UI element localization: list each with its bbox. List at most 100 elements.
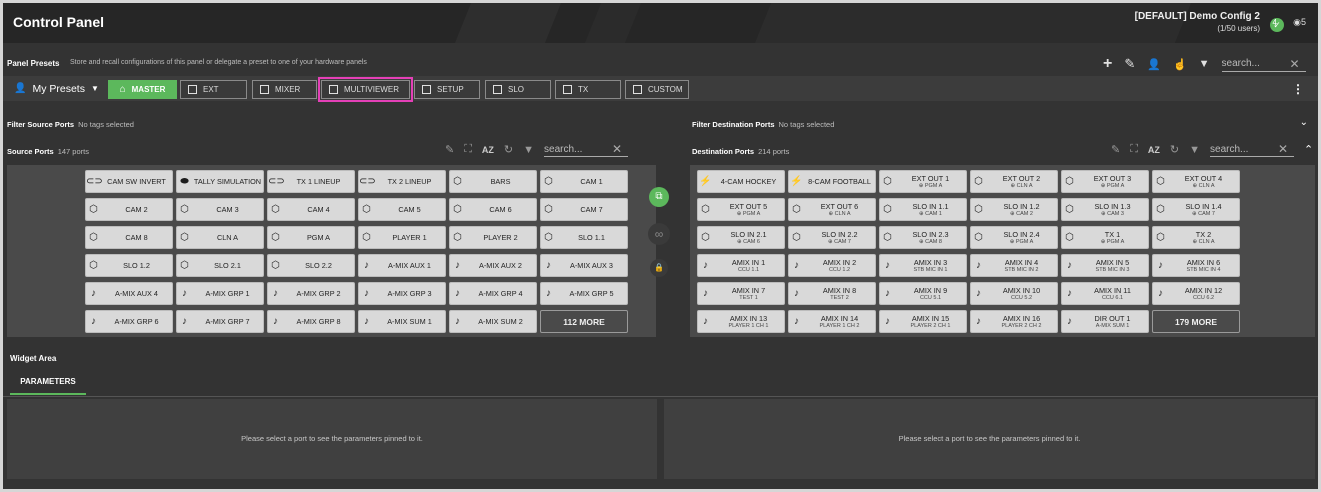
port-button[interactable]: ♪ AMIX IN 7 TEST 1 [697, 282, 785, 305]
port-button[interactable]: ⬡ EXT OUT 5 ⊕ PGM A [697, 198, 785, 221]
filter-icon[interactable]: ▼ [523, 144, 534, 156]
port-button[interactable]: ♪ AMIX IN 12 CCU 6.2 [1152, 282, 1240, 305]
port-button[interactable]: ⬡ EXT OUT 1 ⊕ PGM A [879, 170, 967, 193]
port-button[interactable]: ♪ AMIX IN 9 CCU 5.1 [879, 282, 967, 305]
tag-ext[interactable]: EXT [180, 80, 247, 99]
tab-parameters[interactable]: PARAMETERS [10, 369, 86, 395]
more-menu-icon[interactable]: ⋮ [1292, 82, 1304, 96]
edit-icon[interactable]: ✎ [1124, 56, 1135, 72]
port-button[interactable]: ⬡ BARS [449, 170, 537, 193]
filter-icon[interactable]: ▼ [1199, 58, 1210, 70]
port-button[interactable]: ⬡ CAM 1 [540, 170, 628, 193]
lock-button[interactable]: 🔒 [650, 259, 668, 277]
clear-search-icon[interactable]: ✕ [612, 142, 622, 156]
port-button[interactable]: ⊂⊃ CAM SW INVERT [85, 170, 173, 193]
filter-dest-ports[interactable]: Filter Destination Ports No tags selected [692, 120, 834, 129]
tag-slo[interactable]: SLO [485, 80, 551, 99]
port-button[interactable]: ⬬ TALLY SIMULATION [176, 170, 264, 193]
port-button[interactable]: ⬡ CAM 2 [85, 198, 173, 221]
tag-multiviewer[interactable]: MULTIVIEWER [318, 77, 413, 102]
port-button[interactable]: ♪ AMIX IN 13 PLAYER 1 CH 1 [697, 310, 785, 333]
port-button[interactable]: ⬡ PGM A [267, 226, 355, 249]
port-button[interactable]: ♪ AMIX IN 14 PLAYER 1 CH 2 [788, 310, 876, 333]
port-button[interactable]: ♪ AMIX IN 15 PLAYER 2 CH 1 [879, 310, 967, 333]
port-button[interactable]: ⬡ CLN A [176, 226, 264, 249]
add-icon[interactable]: + [1103, 55, 1112, 73]
port-button[interactable]: ♪ AMIX IN 2 CCU 1.2 [788, 254, 876, 277]
port-button[interactable]: ♪ A-MIX AUX 3 [540, 254, 628, 277]
port-button[interactable]: ⬡ TX 1 ⊕ PGM A [1061, 226, 1149, 249]
port-button[interactable]: ⬡ SLO 1.2 [85, 254, 173, 277]
tag-setup[interactable]: SETUP [414, 80, 480, 99]
port-button[interactable]: ⬡ SLO IN 2.4 ⊕ PGM A [970, 226, 1058, 249]
filter-icon[interactable]: ▼ [1189, 144, 1200, 156]
port-button[interactable]: ⬡ CAM 7 [540, 198, 628, 221]
port-button[interactable]: ♪ A-MIX SUM 2 [449, 310, 537, 333]
port-button[interactable]: ⬡ SLO IN 1.3 ⊕ CAM 3 [1061, 198, 1149, 221]
port-button[interactable]: ⬡ SLO IN 2.1 ⊕ CAM 6 [697, 226, 785, 249]
port-button[interactable]: ⬡ SLO 1.1 [540, 226, 628, 249]
port-button[interactable]: ⬡ CAM 6 [449, 198, 537, 221]
port-button[interactable]: ♪ A-MIX AUX 2 [449, 254, 537, 277]
port-button[interactable]: ♪ AMIX IN 4 STB MIC IN 2 [970, 254, 1058, 277]
clear-search-icon[interactable]: ✕ [1290, 57, 1300, 71]
port-button[interactable]: ♪ AMIX IN 1 CCU 1.1 [697, 254, 785, 277]
tag-tx[interactable]: TX [555, 80, 621, 99]
port-button[interactable]: ♪ AMIX IN 5 STB MIC IN 3 [1061, 254, 1149, 277]
tag-mixer[interactable]: MIXER [252, 80, 317, 99]
chevron-down-icon[interactable]: ⌄ [1300, 117, 1308, 128]
dest-search-input[interactable] [1210, 143, 1275, 155]
port-button[interactable]: ⬡ EXT OUT 2 ⊕ CLN A [970, 170, 1058, 193]
refresh-icon[interactable]: ↻ [504, 143, 513, 156]
port-button[interactable]: ⊂⊃ TX 1 LINEUP [267, 170, 355, 193]
port-button[interactable]: ♪ A-MIX GRP 8 [267, 310, 355, 333]
port-button[interactable]: ♪ A-MIX AUX 4 [85, 282, 173, 305]
port-button[interactable]: ♪ A-MIX AUX 1 [358, 254, 446, 277]
port-button[interactable]: ⊂⊃ TX 2 LINEUP [358, 170, 446, 193]
filter-source-ports[interactable]: Filter Source Ports No tags selected [7, 120, 134, 129]
port-button[interactable]: ⬡ SLO 2.1 [176, 254, 264, 277]
port-button[interactable]: ⬡ SLO IN 2.2 ⊕ CAM 7 [788, 226, 876, 249]
port-button[interactable]: ⬡ SLO IN 1.2 ⊕ CAM 2 [970, 198, 1058, 221]
chevron-up-icon[interactable]: ⌃ [1304, 143, 1313, 156]
edit-icon[interactable]: ✎ [445, 143, 454, 156]
port-button[interactable]: ♪ AMIX IN 6 STB MIC IN 4 [1152, 254, 1240, 277]
port-button[interactable]: ⬡ CAM 4 [267, 198, 355, 221]
port-button[interactable]: ⬡ SLO IN 1.1 ⊕ CAM 1 [879, 198, 967, 221]
expand-icon[interactable]: ⛶ [464, 143, 472, 156]
my-presets-dropdown[interactable]: 👤 My Presets ▼ [10, 80, 107, 97]
port-button[interactable]: ⬡ CAM 8 [85, 226, 173, 249]
port-button[interactable]: ♪ A-MIX GRP 7 [176, 310, 264, 333]
expand-icon[interactable]: ⛶ [1130, 143, 1138, 156]
presets-search-input[interactable] [1221, 58, 1286, 69]
refresh-icon[interactable]: ↻ [1170, 143, 1179, 156]
port-button[interactable]: ♪ A-MIX GRP 2 [267, 282, 355, 305]
source-search-input[interactable] [544, 143, 609, 155]
config-name[interactable]: [DEFAULT] Demo Config 2 [1135, 11, 1260, 22]
touch-icon[interactable]: ☝ [1173, 58, 1187, 71]
port-button[interactable]: ⬡ TX 2 ⊕ CLN A [1152, 226, 1240, 249]
port-button[interactable]: ⬡ EXT OUT 3 ⊕ PGM A [1061, 170, 1149, 193]
more-ports-button[interactable]: 179 MORE [1152, 310, 1240, 333]
port-button[interactable]: ♪ AMIX IN 16 PLAYER 2 CH 2 [970, 310, 1058, 333]
assign-user-icon[interactable]: 👤 [1147, 58, 1161, 71]
port-button[interactable]: ⬡ SLO IN 2.3 ⊕ CAM 8 [879, 226, 967, 249]
port-button[interactable]: ♪ A-MIX GRP 3 [358, 282, 446, 305]
port-button[interactable]: ♪ AMIX IN 10 CCU 5.2 [970, 282, 1058, 305]
port-button[interactable]: ⬡ CAM 5 [358, 198, 446, 221]
port-button[interactable]: ♪ AMIX IN 3 STB MIC IN 1 [879, 254, 967, 277]
clear-search-icon[interactable]: ✕ [1278, 142, 1288, 156]
port-button[interactable]: ⬡ EXT OUT 4 ⊕ CLN A [1152, 170, 1240, 193]
port-button[interactable]: ♪ A-MIX GRP 4 [449, 282, 537, 305]
port-button[interactable]: ⚡ 4-CAM HOCKEY [697, 170, 785, 193]
port-button[interactable]: ⬡ PLAYER 1 [358, 226, 446, 249]
port-button[interactable]: ♪ AMIX IN 11 CCU 6.1 [1061, 282, 1149, 305]
take-button[interactable]: ⧉ [649, 187, 669, 207]
port-button[interactable]: ♪ A-MIX GRP 5 [540, 282, 628, 305]
port-button[interactable]: ♪ A-MIX GRP 6 [85, 310, 173, 333]
link-button[interactable]: ∞ [648, 223, 670, 245]
port-button[interactable]: ♪ A-MIX GRP 1 [176, 282, 264, 305]
port-button[interactable]: ⬡ EXT OUT 6 ⊕ CLN A [788, 198, 876, 221]
users-icon[interactable]: ◉5 [1293, 17, 1306, 28]
edit-icon[interactable]: ✎ [1111, 143, 1120, 156]
